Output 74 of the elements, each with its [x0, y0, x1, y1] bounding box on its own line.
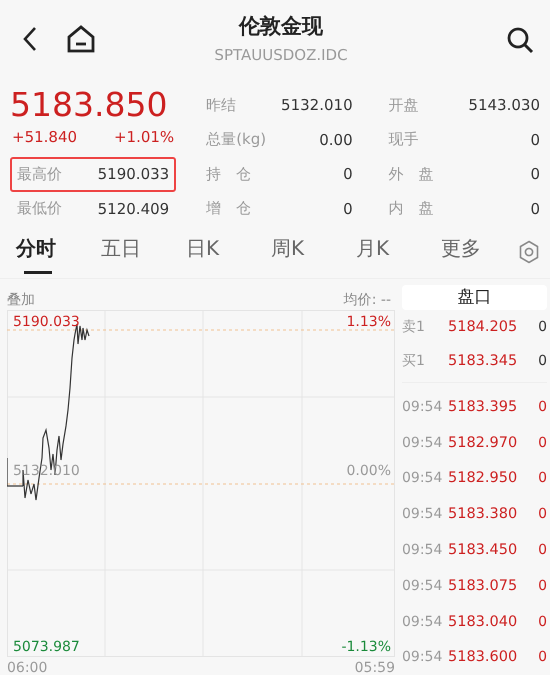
trade-price: 5182.950 [448, 470, 518, 486]
trade-time: 09:54 [402, 506, 444, 522]
trade-time: 09:54 [402, 542, 444, 558]
trade-volume: 0 [537, 470, 547, 486]
trade-price: 5182.970 [448, 434, 518, 451]
window-title: 伦敦金现 [239, 13, 323, 40]
chart-tab[interactable]: 周K [271, 227, 356, 277]
high-percent-label: 1.13% [346, 314, 391, 330]
trade-time: 09:54 [402, 470, 444, 486]
trade-time: 09:54 [402, 434, 444, 451]
quote-price: 5184.205 [448, 319, 518, 335]
trade-time: 09:54 [402, 398, 444, 415]
stat-label: 总量(kg) [206, 130, 266, 150]
trade-volume: 0 [537, 542, 547, 558]
base-percent-label: 0.00% [346, 463, 391, 479]
trade-price: 5183.450 [448, 542, 518, 558]
last-price: 5183.850 [10, 86, 168, 124]
trade-time: 09:54 [402, 649, 444, 666]
end-time: 05:59 [354, 660, 395, 675]
stat-value: 0 [343, 165, 353, 184]
trade-price: 5183.040 [448, 614, 518, 630]
chart-tab[interactable]: 五日 [101, 227, 186, 277]
quote-volume: 0 [537, 353, 547, 369]
trade-time: 09:54 [402, 578, 444, 594]
stat-value: 0 [530, 200, 540, 218]
stat-label: 昨结 [206, 96, 236, 115]
order-book-tab[interactable]: 盘口 [402, 285, 547, 310]
stat-value: 0 [530, 165, 540, 184]
home-icon[interactable] [66, 25, 96, 53]
overlay-link[interactable]: 叠加 [7, 291, 35, 310]
quote-volume: 0 [537, 319, 547, 335]
average-price: 均价: -- [344, 291, 391, 310]
stat-label: 内 盘 [388, 199, 434, 218]
trade-price: 5183.380 [448, 506, 518, 522]
trade-price: 5183.395 [448, 398, 518, 415]
trade-time: 09:54 [402, 614, 444, 630]
stat-value: 0 [343, 200, 353, 218]
low-price-label: 5073.987 [13, 639, 80, 655]
quote-price: 5183.345 [448, 353, 518, 369]
trade-volume: 0 [537, 578, 547, 594]
quote-label: 买1 [402, 352, 426, 370]
trade-volume: 0 [537, 434, 547, 451]
stat-label: 最低价 [17, 199, 62, 218]
trade-volume: 0 [537, 649, 547, 666]
chart-tab[interactable]: 更多 [441, 227, 526, 277]
start-time: 06:00 [7, 660, 48, 675]
trade-price: 5183.600 [448, 649, 518, 666]
trade-price: 5183.075 [448, 578, 518, 594]
stat-value: 5120.409 [98, 200, 170, 218]
back-icon[interactable] [22, 26, 38, 52]
stat-value: 0 [530, 130, 540, 149]
chart-tab[interactable]: 月K [356, 227, 441, 277]
low-percent-label: -1.13% [341, 639, 391, 655]
stat-value: 5143.030 [468, 96, 540, 114]
trade-volume: 0 [537, 614, 547, 630]
percent-change: +1.01% [114, 128, 174, 146]
quote-label: 卖1 [402, 318, 426, 336]
stat-label: 增 仓 [206, 199, 252, 218]
trade-volume: 0 [537, 398, 547, 415]
stat-value: 0.00 [319, 130, 353, 149]
trade-volume: 0 [537, 506, 547, 522]
stat-label: 外 盘 [388, 164, 434, 184]
stat-value: 5132.010 [281, 96, 353, 114]
stat-label: 现手 [388, 130, 419, 150]
stat-label: 持 仓 [206, 164, 252, 184]
price-change: +51.840 [12, 128, 78, 146]
stat-label: 开盘 [388, 96, 419, 115]
stat-value: 5190.033 [98, 165, 170, 184]
symbol-code: SPTAUUSDOZ.IDC [214, 46, 348, 64]
stat-label: 最高价 [17, 164, 62, 184]
high-price-label: 5190.033 [13, 314, 80, 330]
chart-tab[interactable]: 日K [186, 227, 271, 277]
search-icon[interactable] [506, 26, 534, 54]
settings-icon[interactable] [518, 240, 540, 264]
